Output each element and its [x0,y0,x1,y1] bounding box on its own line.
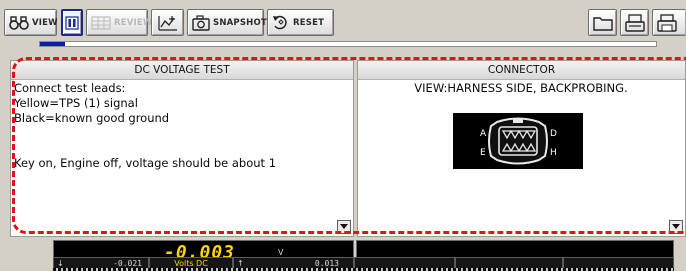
connector-panel: CONNECTOR VIEW:HARNESS SIDE, BACKPROBING… [357,60,686,237]
snapshot-button[interactable]: SNAPSHOT [187,9,267,36]
review-label: REVIEW [114,17,153,28]
scroll-down-button[interactable] [337,220,351,234]
dc-voltage-test-instructions: Connect test leads: Yellow=TPS (1) signa… [11,80,353,171]
print-icon [624,13,645,32]
toolbar: VIEW REVIEW SNAPSHOT RESET [0,0,686,48]
mark-button[interactable] [151,9,184,36]
connector-title: CONNECTOR [358,61,685,80]
pin-label-e: E [480,148,486,158]
review-button[interactable]: REVIEW [86,9,152,36]
instruction-line: Yellow=TPS (1) signal [14,96,138,110]
min-arrow-icon: ↓ [57,259,64,268]
printer-button[interactable] [652,9,686,36]
progress-fill [40,42,65,46]
dc-voltage-test-title: DC VOLTAGE TEST [11,61,353,80]
reset-button[interactable]: RESET [267,9,334,36]
mark-icon [157,15,177,31]
pin-label-h: H [550,148,557,158]
printer-icon [657,13,677,32]
meter-strip: -0.003 V ↓ -0.021 Volts DC ↑ 0.013 [0,237,686,271]
progress-bar [39,41,657,47]
snapshot-label: SNAPSHOT [213,17,267,28]
camera-icon [192,14,210,31]
connector-view-text: VIEW:HARNESS SIDE, BACKPROBING. [414,81,628,95]
arrow-down-icon [672,224,680,229]
pin-label-a: A [480,129,487,139]
reset-label: RESET [293,17,325,28]
pause-icon [65,15,79,30]
instruction-line: Key on, Engine off, voltage should be ab… [14,156,277,170]
open-button[interactable] [588,9,617,36]
scanner-screen: VIEW REVIEW SNAPSHOT RESET DC VOLTAGE TE… [0,0,686,271]
instruction-line: Connect test leads: [14,81,126,95]
instruction-line [14,141,349,156]
max-arrow-icon: ↑ [237,259,244,268]
instruction-line [14,126,349,141]
view-label: VIEW [32,17,58,28]
scroll-down-button[interactable] [669,220,683,234]
print-button[interactable] [620,9,649,36]
pin-label-d: D [550,129,557,139]
folder-icon [592,16,613,31]
connector-diagram: A D E H [453,113,583,169]
info-panels: DC VOLTAGE TEST Connect test leads: Yell… [10,60,686,237]
view-button[interactable]: VIEW [4,9,58,36]
meter-unit: V [278,248,284,257]
pause-button[interactable] [61,9,83,36]
review-icon [91,15,111,30]
mode-label: Volts DC [174,259,208,268]
dc-voltage-test-panel: DC VOLTAGE TEST Connect test leads: Yell… [10,60,354,237]
arrow-down-icon [340,224,348,229]
instruction-line: Black=known good ground [14,111,170,125]
reset-icon [273,15,287,29]
binoculars-icon [9,15,29,30]
